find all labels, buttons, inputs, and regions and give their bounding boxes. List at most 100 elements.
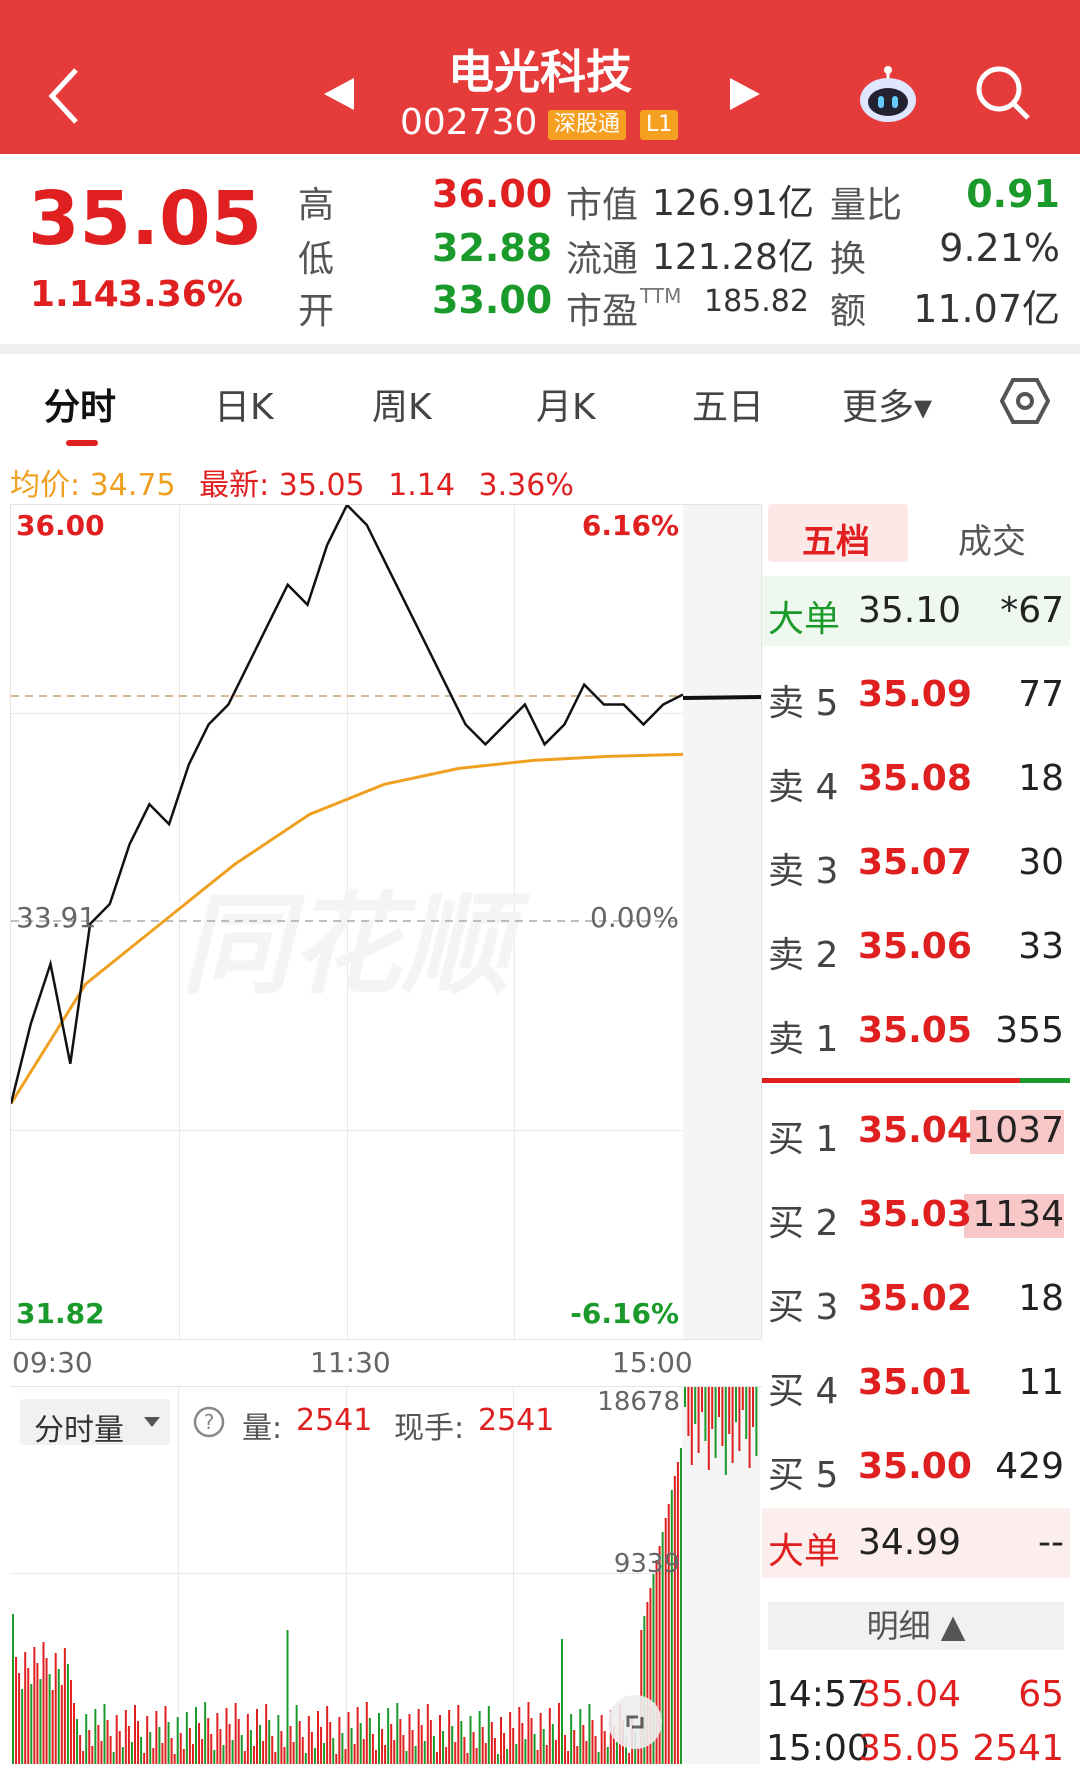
volume-bar: [521, 1723, 524, 1764]
volume-bar: [679, 1448, 682, 1764]
triangle-right-icon[interactable]: [728, 76, 762, 112]
volume-bar: [423, 1741, 426, 1764]
big-buy-row: 大单 34.99 --: [762, 1508, 1070, 1578]
tab-monthly-k[interactable]: 月K: [536, 378, 596, 430]
volume-bar: [228, 1724, 231, 1764]
volume-bar: [439, 1715, 441, 1764]
volume-bar: [478, 1711, 481, 1764]
ask-volume: 355: [995, 1010, 1064, 1051]
time-label-open: 09:30: [12, 1346, 93, 1379]
volume-bar: [45, 1658, 48, 1764]
volume-bar: [246, 1714, 249, 1764]
tab-intraday[interactable]: 分时: [44, 378, 116, 430]
bid-row[interactable]: 买 2 35.03 1134: [762, 1180, 1070, 1250]
volume-bar: [533, 1734, 536, 1764]
ask-label: 卖 2: [768, 935, 839, 976]
volume-bar: [326, 1706, 329, 1764]
volume-bar: [429, 1720, 432, 1764]
volume-bar: [140, 1737, 143, 1764]
volume-bar: [21, 1689, 24, 1764]
order-book: 五档 成交 大单 35.10 *67 卖 5 35.09 77 卖 4 35.08…: [762, 504, 1080, 1769]
volume-bar: [628, 1753, 631, 1764]
after-hours-volume-bar: [687, 1387, 690, 1436]
volume-bar: [69, 1680, 72, 1764]
volume-bar: [289, 1726, 292, 1764]
volume-bar: [268, 1720, 271, 1764]
ask-row[interactable]: 卖 1 35.05 355: [762, 996, 1070, 1066]
bid-row[interactable]: 买 4 35.01 11: [762, 1348, 1070, 1418]
question-icon[interactable]: ?: [192, 1405, 226, 1439]
volume-bar: [320, 1727, 323, 1764]
price-change-pct: 3.36%: [118, 274, 243, 315]
volume-bar: [603, 1731, 606, 1764]
ask-label: 卖 3: [768, 851, 839, 892]
volume-bar: [417, 1709, 420, 1764]
tab-five-levels[interactable]: 五档: [768, 504, 908, 562]
volume-bar: [500, 1717, 502, 1764]
volume-bar: [594, 1736, 597, 1764]
tab-more[interactable]: 更多▾: [842, 378, 932, 430]
volume-bar: [82, 1751, 85, 1764]
ask-row[interactable]: 卖 5 35.09 77: [762, 660, 1070, 730]
bid-row[interactable]: 买 3 35.02 18: [762, 1264, 1070, 1334]
expand-icon[interactable]: [608, 1695, 662, 1749]
ask-row[interactable]: 卖 3 35.07 30: [762, 828, 1070, 898]
volume-bar: [292, 1742, 295, 1764]
volume-bar: [191, 1744, 194, 1764]
volume-bar: [54, 1653, 57, 1764]
volume-bar: [469, 1716, 472, 1764]
volume-bar: [530, 1718, 533, 1764]
volume-bar: [576, 1746, 579, 1764]
volume-bar: [216, 1713, 219, 1764]
amount-label: 额: [830, 291, 867, 332]
detail-toggle[interactable]: 明细 ▲: [768, 1602, 1064, 1650]
volume-bar: [591, 1720, 594, 1764]
vol-value: 2541: [296, 1403, 373, 1438]
volume-chart[interactable]: 分时量 ? 量: 2541 现手: 2541 18678 9339: [10, 1386, 762, 1764]
volume-bar: [527, 1702, 530, 1764]
volume-selector[interactable]: 分时量: [20, 1399, 170, 1448]
tab-weekly-k[interactable]: 周K: [372, 378, 432, 430]
volume-bar: [188, 1728, 191, 1764]
volume-bar: [240, 1735, 243, 1764]
ask-row[interactable]: 卖 2 35.06 33: [762, 912, 1070, 982]
search-icon[interactable]: [974, 64, 1032, 124]
volume-bar: [323, 1743, 326, 1764]
bid-price: 35.01: [858, 1362, 972, 1403]
tab-five-day[interactable]: 五日: [692, 378, 764, 430]
bid-row[interactable]: 买 1 35.04 1037: [762, 1096, 1070, 1166]
hand-value: 2541: [478, 1403, 555, 1438]
tab-trades[interactable]: 成交: [958, 514, 1026, 563]
volume-bar: [597, 1752, 600, 1764]
volume-bar: [359, 1723, 362, 1764]
pct-axis-mid: 0.00%: [590, 901, 679, 934]
pct-axis-bottom: -6.16%: [570, 1297, 679, 1330]
volume-bar: [36, 1663, 39, 1764]
volume-bar: [155, 1711, 158, 1764]
volume-bar: [570, 1714, 573, 1764]
volume-bar: [27, 1668, 30, 1764]
robot-icon[interactable]: [856, 62, 920, 124]
volume-bar: [146, 1716, 149, 1764]
y-axis-mid: 33.91: [16, 901, 97, 934]
stock-code: 002730: [400, 102, 538, 143]
intraday-price-chart[interactable]: 同花顺 36.00 33.91 31.82 6.16% 0.00% -6.16%: [10, 504, 762, 1340]
tab-five-levels-label: 五档: [802, 522, 870, 562]
volume-bar: [356, 1707, 359, 1764]
pe-label: 市盈: [566, 291, 639, 332]
bid-ask-ratio-bar: [762, 1078, 1020, 1083]
current-price: 35.05: [28, 176, 263, 262]
low-value: 32.88: [432, 226, 553, 270]
volume-bar: [673, 1476, 676, 1764]
ask-row[interactable]: 卖 4 35.08 18: [762, 744, 1070, 814]
trade-time: 14:57: [766, 1674, 870, 1715]
triangle-left-icon[interactable]: [322, 76, 356, 112]
volume-bar: [109, 1736, 112, 1764]
bid-price: 35.02: [858, 1278, 972, 1319]
tab-daily-k[interactable]: 日K: [214, 378, 274, 430]
level-badge: L1: [640, 110, 679, 140]
chevron-left-icon[interactable]: [44, 66, 84, 126]
volume-bar: [234, 1703, 237, 1764]
hexagon-settings-icon[interactable]: [1000, 376, 1050, 426]
bid-row[interactable]: 买 5 35.00 429: [762, 1432, 1070, 1502]
